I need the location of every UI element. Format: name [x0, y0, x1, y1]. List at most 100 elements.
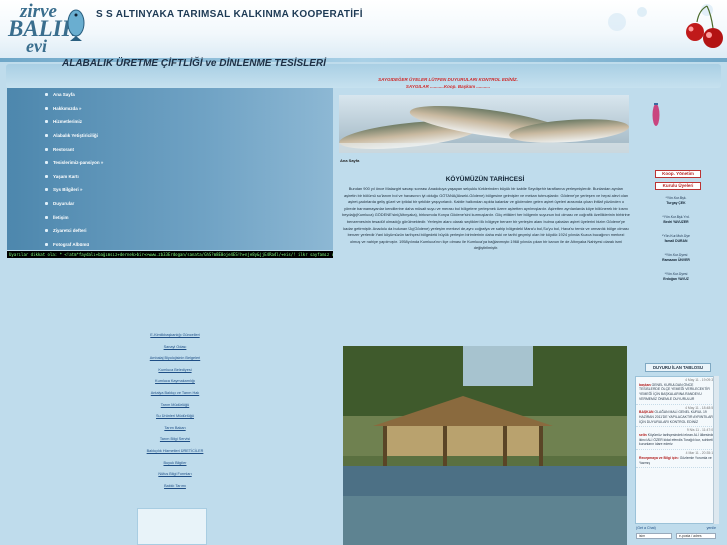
- refresh-link[interactable]: yenile: [707, 525, 716, 532]
- external-link[interactable]: Buyuk Bilgiler: [130, 461, 220, 473]
- fish-image: [652, 103, 660, 126]
- member-name: Bedri YAVUZER: [663, 219, 689, 224]
- menu-item-alabalik[interactable]: Alabalık Yetiştiriciliği: [7, 129, 333, 143]
- news-ticker: Uyarılar dikkat ola: * <!atm*faydalı+bağ…: [7, 251, 333, 258]
- menu-item-tesislerimiz[interactable]: Tesislerimiz-pansiyon »: [7, 156, 333, 170]
- menu-item-label: Fotograf Albümü: [53, 241, 90, 247]
- external-link[interactable]: Balıklı Tarımı: [130, 484, 220, 496]
- menu-item-ziyaretci-defteri[interactable]: Ziyaretci defteri: [7, 224, 333, 238]
- member-role: *Yön.Kur.Bşk.Yrd.: [662, 215, 690, 219]
- external-link[interactable]: Sanayi Odası: [130, 345, 220, 357]
- external-link[interactable]: Kumluca Kaymakamlığı: [130, 379, 220, 391]
- member-role: *Yön.Kur.Muh.Üye: [662, 234, 690, 238]
- menu-item-restorant[interactable]: Restorant: [7, 142, 333, 156]
- bullet-icon: [45, 161, 48, 165]
- fish-logo-icon: [67, 9, 85, 41]
- menu-item-hizmetlerimiz[interactable]: Hizmetlerimiz: [7, 115, 333, 129]
- menu-item-ana-sayfa[interactable]: Ana Sayfa: [7, 88, 333, 102]
- member-role: *Yön.Kur.Üyesi: [664, 272, 688, 276]
- bullet-icon: [45, 93, 48, 97]
- breadcrumb[interactable]: Ana Sayfa: [340, 158, 359, 163]
- get-chat-link[interactable]: (Get a Chat): [636, 526, 656, 530]
- board-button[interactable]: Koop. Yönetim: [655, 170, 701, 178]
- notice-line-2: SAYGILAR ...........Koop. Başkanı ......…: [405, 83, 491, 89]
- member-name: Ramazan ÜNVER: [662, 257, 690, 262]
- member-name: İsmail DURAN: [664, 238, 688, 243]
- member-notice: SAYGIDEĞER ÜYELER LÜTFEN DUYURULARI KONT…: [340, 77, 556, 90]
- menu-item-label: Duyurular: [53, 201, 75, 207]
- board-member[interactable]: *Yön.Kur.Bşk.Yrd. Bedri YAVUZER: [640, 215, 712, 234]
- bullet-icon: [45, 147, 48, 151]
- announcement-author: selin: [639, 433, 647, 438]
- menu-item-label: Sys Bilgileri »: [53, 187, 83, 193]
- main-menu: Ana Sayfa Hakkımızda » Hizmetlerimiz Ala…: [7, 88, 333, 250]
- bullet-icon: [45, 106, 48, 110]
- menu-item-fotograf-albumu[interactable]: Fotograf Albümü: [7, 238, 333, 252]
- announcement-author: BAŞKAN: [639, 410, 654, 415]
- bullet-icon: [45, 242, 48, 246]
- name-input[interactable]: isim: [636, 533, 672, 539]
- site-logo[interactable]: zirve BALIK evi: [6, 1, 92, 59]
- menu-item-iletisim[interactable]: İletişim: [7, 210, 333, 224]
- bullet-icon: [45, 229, 48, 233]
- announcement-form: isim e-posta / adres: [636, 533, 718, 541]
- menu-item-label: Alabalık Yetiştiriciliği: [53, 133, 98, 139]
- menu-item-label: Yaşam Kartı: [53, 173, 79, 179]
- menu-item-label: Hizmetlerimiz: [53, 119, 83, 125]
- member-role: *Yön.Kur.Bşk.: [665, 196, 687, 200]
- bullet-icon: [45, 215, 48, 219]
- external-link[interactable]: Nüfus Bilgi Formları: [130, 472, 220, 484]
- announcement-author: Recepmaya ve Bilgi için:: [639, 455, 679, 460]
- announcement-board-title: DUYURU İLAN TABLOSU: [645, 363, 711, 372]
- board-member[interactable]: *Yön.Kur.Üyesi Erdoğan YAVUZ: [640, 272, 712, 291]
- menu-item-sys-bilgileri[interactable]: Sys Bilgileri »: [7, 183, 333, 197]
- external-link[interactable]: Balıkçılık Hizmetleri ÜRETİCİLER: [130, 449, 220, 461]
- external-link[interactable]: Tarım Bakan: [130, 426, 220, 438]
- external-link[interactable]: Tarım Müdürlüğü: [130, 403, 220, 415]
- external-link[interactable]: Su Ürünleri Müdürlüğü: [130, 414, 220, 426]
- member-role: *Yön.Kur.Üyesi: [664, 253, 688, 257]
- announcement-board: 4 May 11 - 19:09:33 başkan GENEL KURULDAN…: [635, 376, 719, 524]
- menu-item-label: Hakkımızda »: [53, 105, 82, 111]
- header: zirve BALIK evi S S ALTINYAKA TARIMSAL K…: [0, 0, 727, 62]
- announcement-item: 4 May 11 - 19:09:33 başkan GENEL KURULDAN…: [636, 377, 718, 405]
- page-subtitle: ALABALIK ÜRETME ÇİFTLİĞİ ve DİNLENME TES…: [62, 58, 326, 69]
- external-link[interactable]: Antalya Balıkçı ve Tarım Halı: [130, 391, 220, 403]
- bullet-icon: [45, 120, 48, 124]
- menu-item-label: Ziyaretci defteri: [53, 228, 87, 234]
- announcement-scrollbar[interactable]: [713, 376, 719, 524]
- menu-item-duyurular[interactable]: Duyurular: [7, 197, 333, 211]
- trout-banner-image: [339, 95, 629, 153]
- history-title: KÖYÜMÜZÜN TARİHCESİ: [445, 176, 525, 183]
- menu-item-yasam-karti[interactable]: Yaşam Kartı: [7, 170, 333, 184]
- member-name: Turgay ÇEK: [666, 200, 686, 205]
- site-title: S S ALTINYAKA TARIMSAL KALKINMA KOOPERAT…: [96, 9, 363, 20]
- announcement-item: 4 Mar 11 - 20:35:17 Recepmaya ve Bilgi iç…: [636, 450, 718, 469]
- external-link[interactable]: Tarım Bilgi Servisi: [130, 437, 220, 449]
- menu-item-label: Restorant: [53, 146, 75, 152]
- bullet-icon: [45, 188, 48, 192]
- history-text: Bundan 900 yıl önce Malazgirt savaşı son…: [342, 186, 630, 251]
- water-bubbles-decoration: [608, 4, 723, 48]
- menu-item-label: İletişim: [53, 214, 69, 220]
- external-link[interactable]: E-Kimlikbaşkanlığı Güncelleri: [130, 333, 220, 345]
- bullet-icon: [45, 174, 48, 178]
- email-input[interactable]: e-posta / adres: [676, 533, 716, 539]
- announcement-item: 4 May 11 - 18:48:53 BAŞKAN OLAĞAN MALİ GE…: [636, 405, 718, 428]
- bullet-icon: [45, 202, 48, 206]
- menu-item-label: Tesislerimiz-pansiyon »: [53, 160, 104, 166]
- board-member[interactable]: *Yön.Kur.Bşk. Turgay ÇEK: [640, 196, 712, 215]
- facility-photo: [343, 346, 627, 545]
- external-link[interactable]: Ambalaj Biyolojisinin Belgeleri: [130, 356, 220, 368]
- board-member[interactable]: *Yön.Kur.Muh.Üye İsmail DURAN: [640, 234, 712, 253]
- bullet-icon: [45, 134, 48, 138]
- announcement-footer: (Get a Chat) yenile: [636, 525, 718, 532]
- menu-item-hakkimizda[interactable]: Hakkımızda »: [7, 102, 333, 116]
- board-member-list: *Yön.Kur.Bşk. Turgay ÇEK *Yön.Kur.Bşk.Yrd…: [640, 196, 712, 291]
- board-member[interactable]: *Yön.Kur.Üyesi Ramazan ÜNVER: [640, 253, 712, 272]
- left-widget-box: [137, 508, 207, 545]
- announcement-item: 9 Nis 11 - 11:47:04 selin Köyümüz tarihçe…: [636, 427, 718, 451]
- board-members-button[interactable]: Kurulu Üyeleri: [655, 182, 701, 190]
- logo-word-3: evi: [26, 36, 47, 56]
- external-link[interactable]: Kumluca Belediyesi: [130, 368, 220, 380]
